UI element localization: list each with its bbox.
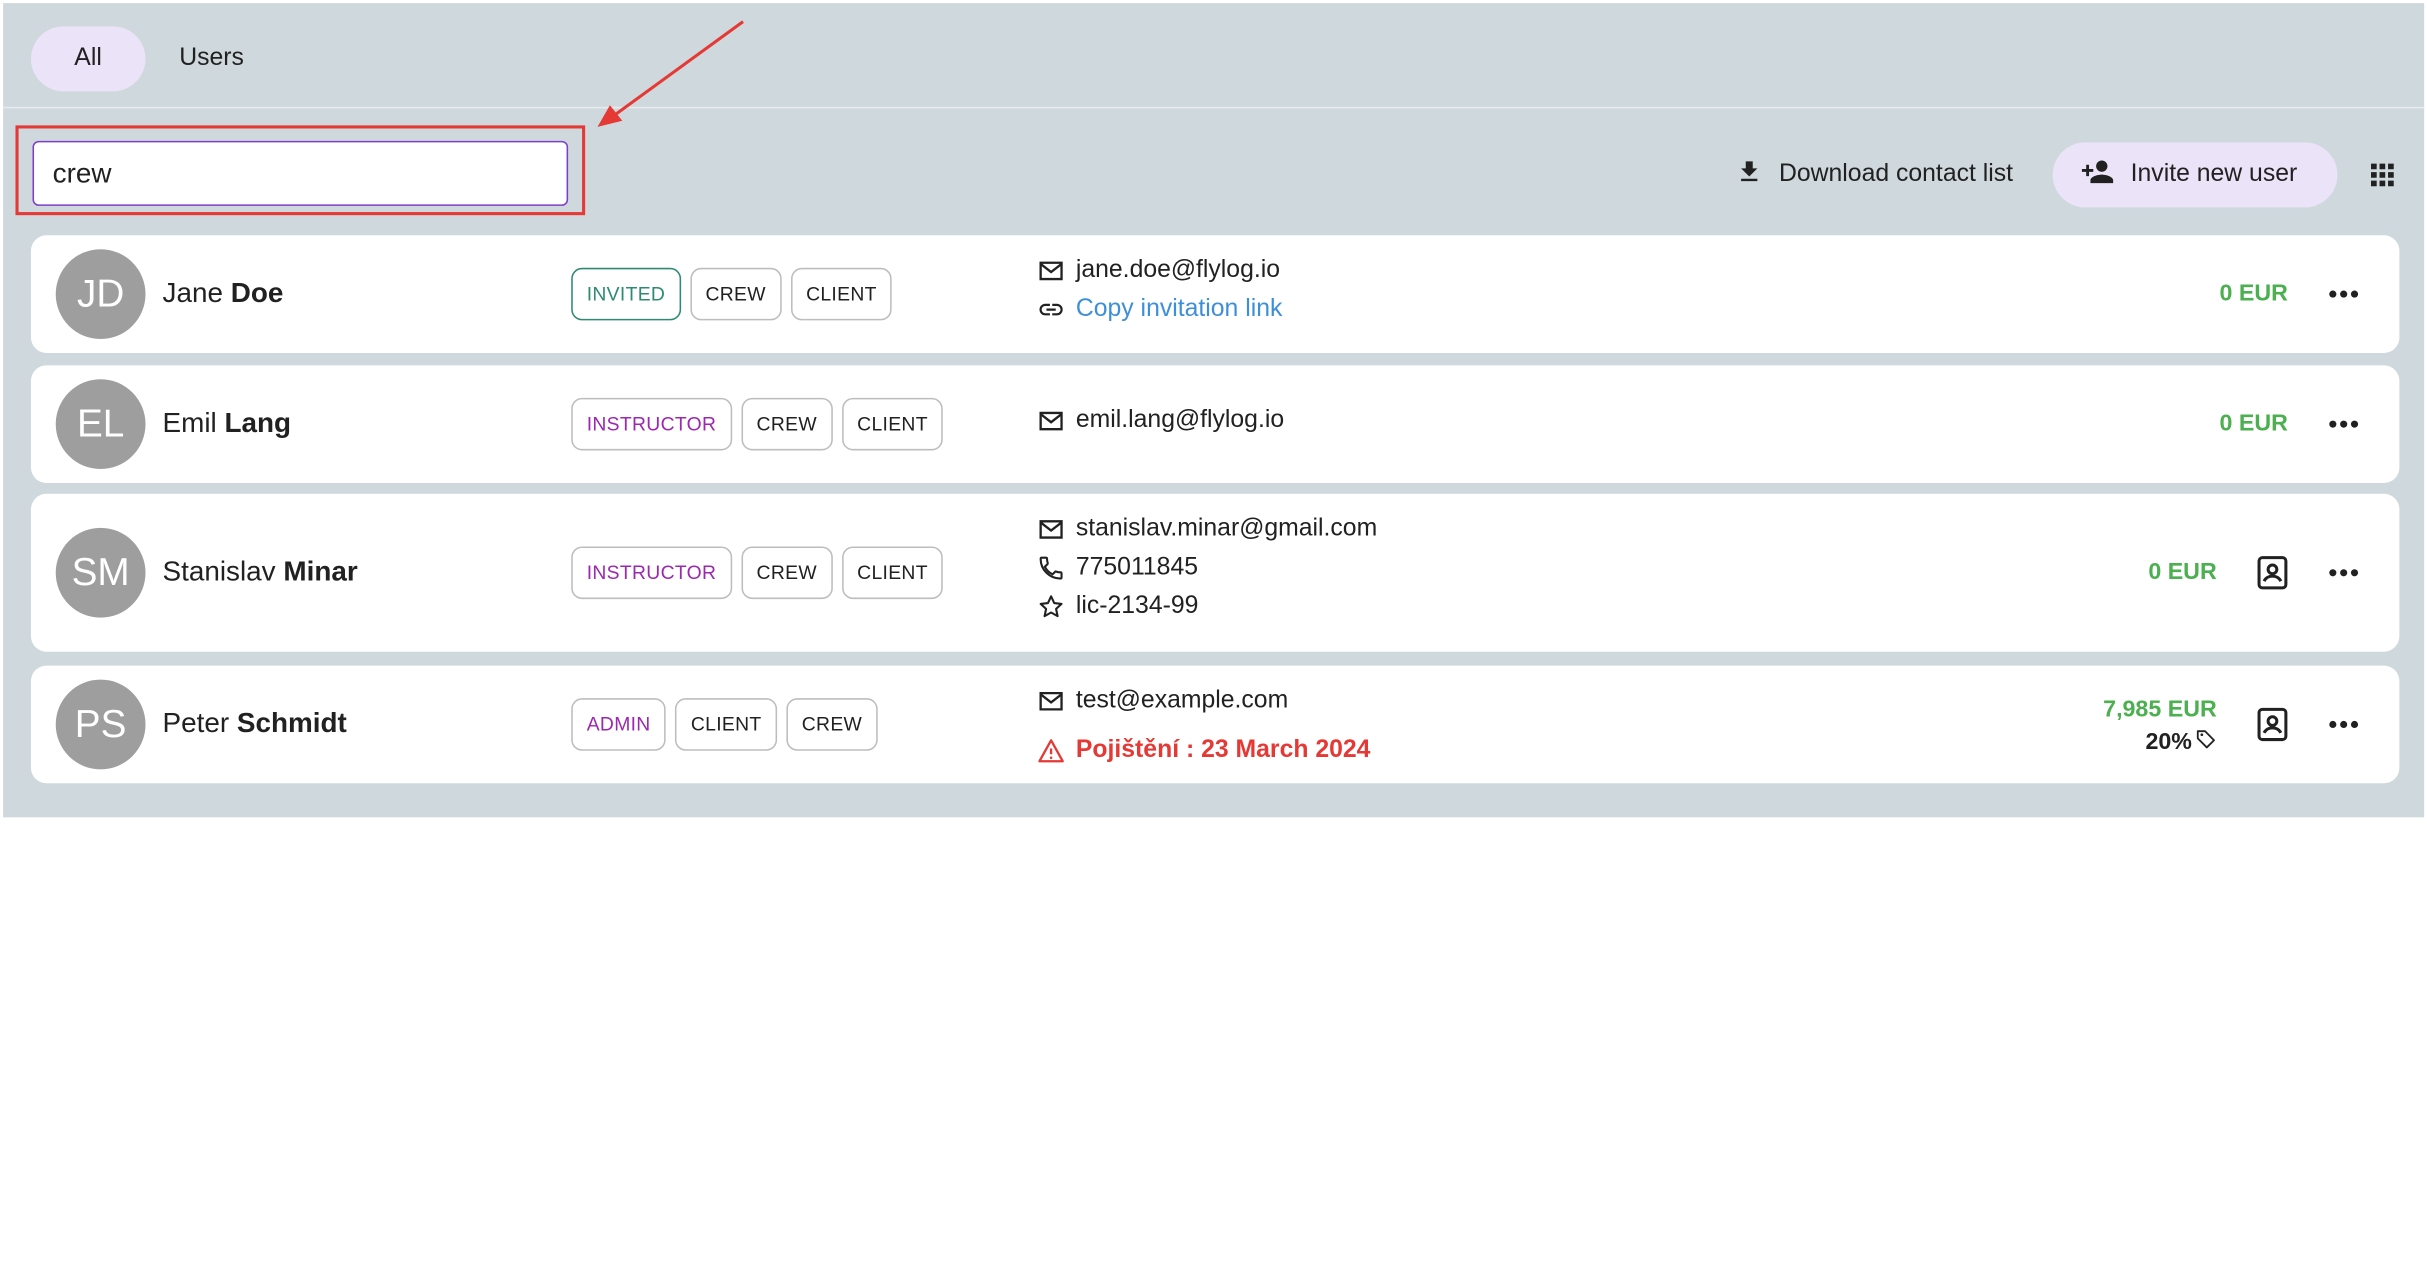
last-name: Schmidt [236, 707, 347, 739]
user-row[interactable]: JD Jane Doe INVITED CREW CLIENT jane.doe… [30, 235, 2400, 353]
star-icon [1037, 592, 1065, 620]
role-chip: CLIENT [841, 546, 944, 600]
role-chip: CREW [741, 546, 833, 600]
user-row[interactable]: SM Stanislav Minar INSTRUCTOR CREW CLIEN… [30, 493, 2400, 652]
copy-invitation-link[interactable]: Copy invitation link [1076, 295, 1283, 323]
more-options-icon[interactable] [2316, 545, 2372, 601]
user-name: Stanislav Minar [163, 556, 358, 589]
user-name: Jane Doe [163, 277, 284, 310]
link-icon [1037, 295, 1065, 323]
app-window: All Users Download contact list Invite n… [3, 3, 2425, 818]
role-chips: INSTRUCTOR CREW CLIENT [571, 397, 944, 451]
avatar: JD [55, 249, 146, 340]
license-text: lic-2134-99 [1075, 592, 1199, 619]
email-text: jane.doe@flylog.io [1075, 256, 1281, 283]
contact-info: test@example.com Pojištění : 23 March 20… [1037, 681, 1370, 769]
role-chips: ADMIN CLIENT CREW [571, 698, 878, 751]
tag-icon [2195, 728, 2217, 756]
user-name: Peter Schmidt [163, 707, 347, 740]
phone-icon [1037, 553, 1065, 581]
search-input[interactable] [32, 140, 569, 206]
role-chip: CLIENT [790, 267, 893, 321]
person-add-icon [2081, 154, 2115, 196]
tab-bar: All Users [30, 26, 284, 92]
download-label: Download contact list [1778, 160, 2014, 188]
last-name: Minar [283, 555, 358, 587]
discount-text: 20% [2145, 728, 2192, 755]
more-options-icon[interactable] [2316, 266, 2372, 322]
download-icon [1736, 157, 1764, 193]
email-line: emil.lang@flylog.io [1037, 401, 1284, 440]
role-chip: CLIENT [675, 698, 777, 751]
email-text: test@example.com [1075, 686, 1289, 713]
contact-card-icon[interactable] [2245, 545, 2301, 601]
role-chip: CREW [786, 698, 878, 751]
insurance-warning-line: Pojištění : 23 March 2024 [1037, 731, 1370, 770]
role-chips: INSTRUCTOR CREW CLIENT [571, 546, 944, 600]
mail-icon [1037, 256, 1065, 284]
annotation-arrow [597, 20, 744, 127]
tab-divider [3, 106, 2425, 109]
more-options-icon[interactable] [2316, 396, 2372, 452]
insurance-warning-text: Pojištění : 23 March 2024 [1075, 736, 1371, 763]
tab-users[interactable]: Users [139, 26, 284, 91]
balance-amount: 7,985 EUR [2103, 696, 2217, 723]
invitation-link-line[interactable]: Copy invitation link [1037, 289, 1282, 328]
last-name: Lang [224, 407, 292, 439]
role-chip: INSTRUCTOR [571, 397, 732, 451]
balance-amount: 0 EUR [2219, 280, 2288, 307]
first-name: Emil [162, 407, 217, 439]
email-line: test@example.com [1037, 681, 1370, 720]
role-chip: ADMIN [571, 698, 667, 751]
phone-line: 775011845 [1037, 548, 1377, 587]
phone-text: 775011845 [1075, 553, 1199, 580]
more-options-icon[interactable] [2316, 697, 2372, 753]
invite-label: Invite new user [2130, 160, 2298, 188]
email-line: stanislav.minar@gmail.com [1037, 509, 1377, 548]
first-name: Stanislav [162, 555, 276, 587]
avatar: EL [55, 379, 146, 470]
user-row[interactable]: EL Emil Lang INSTRUCTOR CREW CLIENT emil… [30, 365, 2400, 483]
mail-icon [1037, 406, 1065, 434]
download-contact-list-button[interactable]: Download contact list [1717, 142, 2032, 207]
email-text: emil.lang@flylog.io [1075, 406, 1285, 433]
contact-info: jane.doe@flylog.io Copy invitation link [1037, 251, 1282, 328]
mail-icon [1037, 515, 1065, 543]
email-text: stanislav.minar@gmail.com [1075, 514, 1378, 542]
role-chips: INVITED CREW CLIENT [571, 267, 893, 321]
user-name: Emil Lang [163, 407, 292, 440]
role-chip: CLIENT [841, 397, 944, 451]
balance-amount: 0 EUR [2148, 558, 2217, 586]
avatar: PS [55, 679, 146, 770]
role-chip: INSTRUCTOR [571, 546, 732, 600]
status-badge: INVITED [571, 267, 681, 321]
warning-icon [1037, 736, 1065, 764]
user-row[interactable]: PS Peter Schmidt ADMIN CLIENT CREW test@… [30, 665, 2400, 784]
email-line: jane.doe@flylog.io [1037, 251, 1282, 290]
license-line: lic-2134-99 [1037, 587, 1377, 626]
contact-card-icon[interactable] [2245, 697, 2301, 753]
first-name: Peter [162, 707, 230, 739]
discount-badge: 20% [2145, 728, 2216, 756]
role-chip: CREW [741, 397, 833, 451]
first-name: Jane [162, 277, 223, 309]
mail-icon [1037, 687, 1065, 715]
toolbar: Download contact list Invite new user [1717, 142, 2399, 208]
last-name: Doe [230, 277, 284, 309]
balance-amount: 0 EUR [2219, 410, 2288, 437]
role-chip: CREW [689, 267, 782, 321]
grid-view-icon[interactable] [2365, 158, 2399, 192]
avatar: SM [55, 527, 146, 618]
tab-all[interactable]: All [30, 26, 146, 92]
invite-new-user-button[interactable]: Invite new user [2053, 142, 2338, 208]
contact-info: emil.lang@flylog.io [1037, 401, 1284, 440]
contact-info: stanislav.minar@gmail.com 775011845 lic-… [1037, 509, 1377, 625]
